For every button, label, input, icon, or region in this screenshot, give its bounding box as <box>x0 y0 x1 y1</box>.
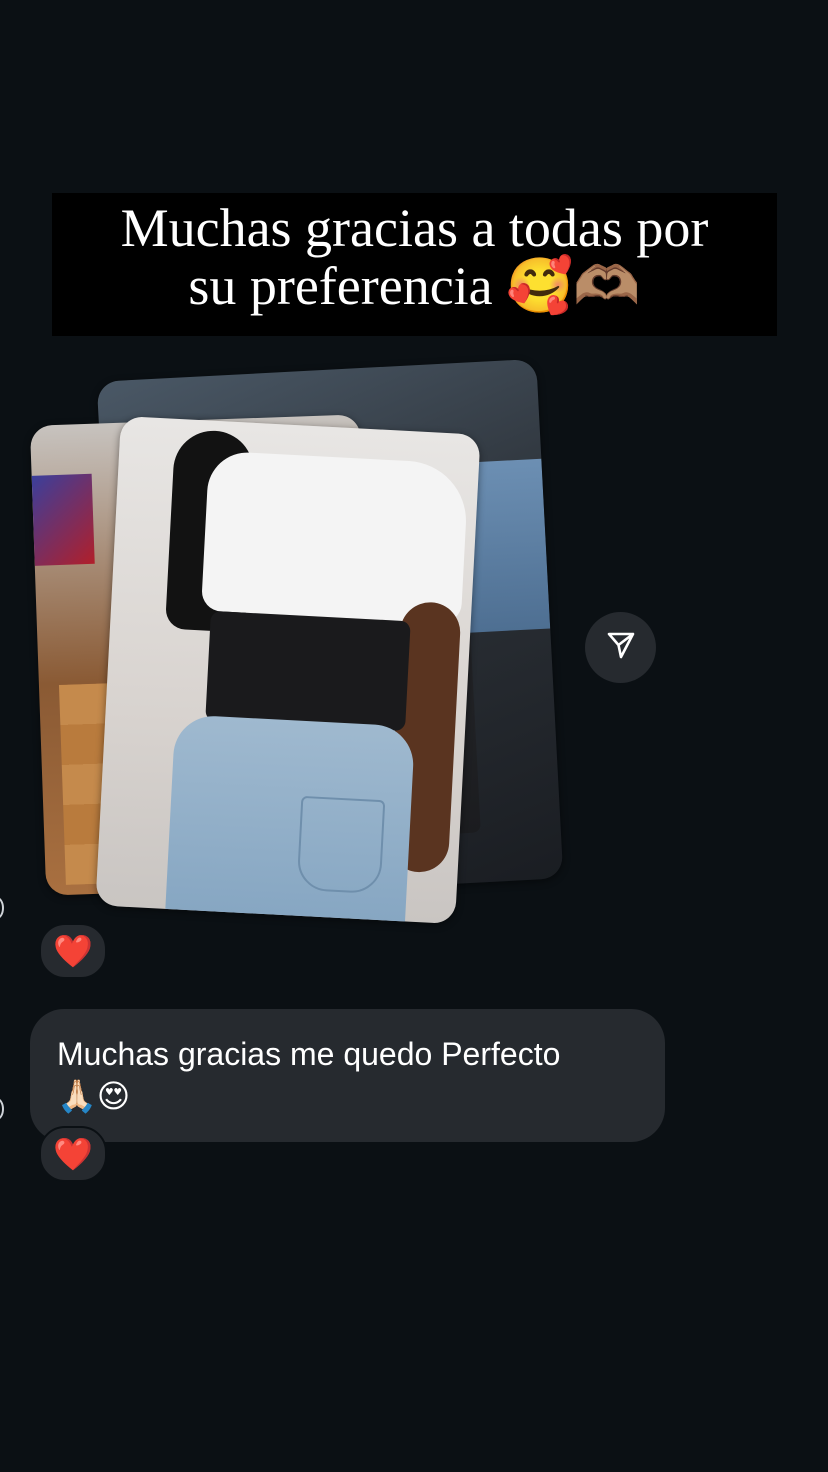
story-text-line-2: su preferencia 🥰🫶🏽 <box>62 254 767 317</box>
photo-detail <box>296 795 386 895</box>
message-bubble[interactable]: Muchas gracias me quedo Perfecto 🙏🏻😍 <box>30 1009 665 1142</box>
photo-detail <box>205 610 411 732</box>
message-body: Muchas gracias me quedo Perfecto <box>57 1036 561 1072</box>
story-text-line-2-text: su preferencia <box>188 256 493 316</box>
edge-indicator <box>0 897 4 919</box>
photo-detail <box>201 450 470 624</box>
message-emoji: 🙏🏻😍 <box>57 1077 131 1115</box>
reaction-heart[interactable]: ❤️ <box>39 1126 107 1182</box>
story-emoji: 🥰🫶🏽 <box>506 254 641 317</box>
heart-icon: ❤️ <box>53 1135 93 1173</box>
edge-indicator <box>0 1098 4 1120</box>
story-text-line-1: Muchas gracias a todas por <box>120 198 709 258</box>
paper-plane-icon <box>605 629 637 666</box>
photo-detail <box>31 473 95 566</box>
photo-card-front[interactable] <box>95 415 481 925</box>
heart-icon: ❤️ <box>53 932 93 970</box>
reaction-heart[interactable]: ❤️ <box>39 923 107 979</box>
shared-photo-stack[interactable] <box>29 358 590 940</box>
message-text: Muchas gracias me quedo Perfecto 🙏🏻😍 <box>57 1033 637 1117</box>
share-button[interactable] <box>585 612 656 683</box>
story-text-banner: Muchas gracias a todas por su preferenci… <box>52 193 777 336</box>
